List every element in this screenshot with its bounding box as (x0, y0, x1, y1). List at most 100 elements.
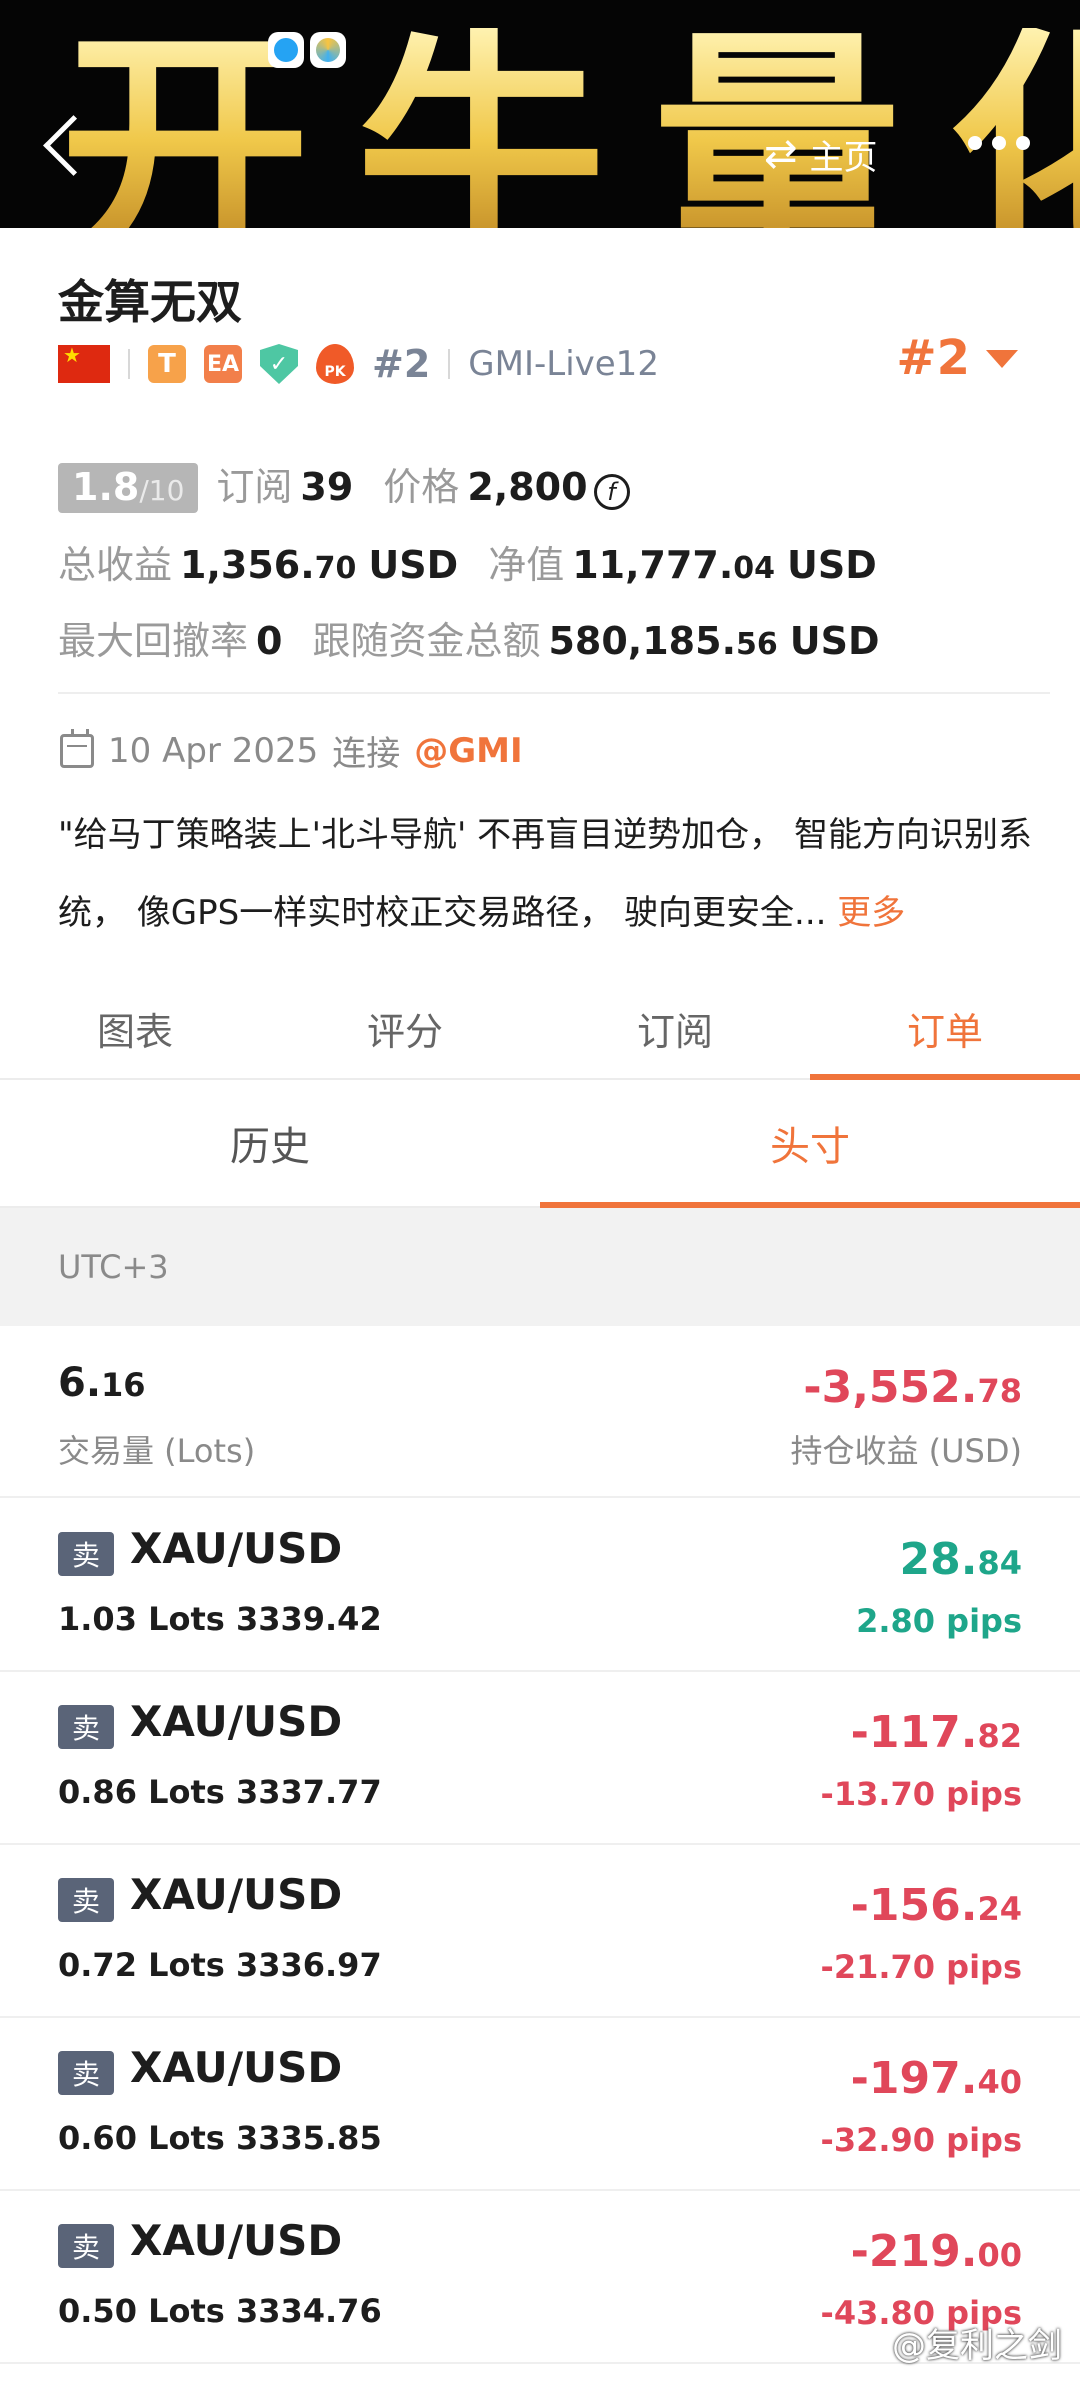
home-button[interactable]: ⇄ 主页 (764, 126, 878, 182)
total-profit-label: 总收益 (58, 543, 173, 587)
order-pnl-dec: 00 (977, 2236, 1022, 2274)
order-row[interactable]: 卖 XAU/USD 0.60 Lots 3335.85 -197.40 -32.… (0, 2017, 1080, 2191)
app-badge-icon (268, 32, 304, 68)
pnl-int: -3,552. (803, 1362, 978, 1413)
follow-funds-int: 580,185. (548, 619, 736, 663)
caret-down-icon[interactable] (986, 350, 1018, 368)
order-lots-price: 0.60 Lots 3335.85 (58, 2119, 382, 2157)
order-symbol: XAU/USD (130, 1870, 343, 1919)
tag-t-icon: T (148, 345, 186, 383)
subtab-positions[interactable]: 头寸 (540, 1080, 1080, 1208)
order-pnl-dec: 40 (977, 2063, 1022, 2101)
order-row[interactable]: 卖 XAU/USD 0.86 Lots 3337.77 -117.82 -13.… (0, 1671, 1080, 1845)
stats-row-1: 1.8 /10 订阅 39 价格 2,800 f (58, 456, 630, 513)
subscribe-count: 39 (300, 465, 354, 509)
order-pnl-int: -117. (850, 1707, 978, 1758)
order-pips: -13.70 pips (820, 1775, 1022, 1813)
price-value: 2,800 (467, 465, 588, 509)
tab-orders[interactable]: 订单 (810, 978, 1080, 1080)
order-pnl: -156.24 (851, 1880, 1022, 1931)
tab-subscribe[interactable]: 订阅 (540, 978, 810, 1078)
order-pnl: -197.40 (851, 2053, 1022, 2104)
order-subtabs: 历史 头寸 (0, 1080, 1080, 1208)
order-pnl: 28.84 (900, 1534, 1022, 1585)
connect-info: 10 Apr 2025 连接 @GMI (60, 726, 523, 775)
order-symbol: XAU/USD (130, 1697, 343, 1746)
order-pnl-int: -156. (850, 1880, 978, 1931)
tag-ea-icon: EA (204, 345, 242, 383)
connect-label: 连接 (332, 734, 401, 774)
subtab-history[interactable]: 历史 (0, 1080, 540, 1206)
floating-pnl-value: -3,552.78 (803, 1362, 1022, 1413)
order-pnl-dec: 84 (977, 1544, 1022, 1582)
equity-int: 11,777. (572, 543, 734, 587)
total-profit-int: 1,356. (180, 543, 315, 587)
price-label: 价格 (383, 465, 460, 509)
coin-icon: f (593, 474, 630, 510)
rank-small: #2 (372, 342, 431, 386)
floating-pnl-label: 持仓收益 (USD) (790, 1432, 1022, 1470)
score-badge: 1.8 /10 (58, 463, 199, 513)
strategy-title: 金算无双 (58, 275, 242, 329)
timezone-bar: UTC+3 (0, 1208, 1080, 1326)
pk-flame-icon: PK (316, 344, 354, 384)
sell-badge: 卖 (58, 1532, 114, 1576)
volume-value: 6.16 (58, 1360, 146, 1406)
order-pips: -21.70 pips (820, 1948, 1022, 1986)
order-symbol: XAU/USD (130, 2216, 343, 2265)
timezone-label: UTC+3 (58, 1248, 169, 1286)
broker-handle-link[interactable]: @GMI (414, 731, 522, 771)
order-row[interactable]: 卖 XAU/USD 0.72 Lots 3336.97 -156.24 -21.… (0, 1844, 1080, 2018)
home-label: 主页 (809, 137, 878, 178)
calendar-icon (60, 728, 94, 768)
swap-icon: ⇄ (764, 131, 798, 177)
sell-badge: 卖 (58, 1705, 114, 1749)
drawdown-label: 最大回撤率 (58, 619, 249, 663)
volume-dec: 16 (101, 1366, 146, 1404)
order-lots-price: 0.72 Lots 3336.97 (58, 1946, 382, 1984)
connect-date: 10 Apr 2025 (108, 730, 319, 771)
order-pnl: -117.82 (851, 1707, 1022, 1758)
divider (448, 349, 451, 379)
order-pnl-dec: 24 (977, 1890, 1022, 1928)
stats-row-3: 最大回撤率 0 跟随资金总额 580,185. 56 USD (58, 610, 880, 665)
subscribe-label: 订阅 (216, 465, 293, 509)
sell-badge: 卖 (58, 2224, 114, 2268)
tags-row: T EA ✓ PK #2 GMI-Live12 (58, 338, 659, 390)
verified-shield-icon: ✓ (260, 344, 298, 384)
equity-dec: 04 (733, 551, 776, 586)
follow-funds-dec: 56 (736, 627, 778, 662)
order-symbol: XAU/USD (130, 2043, 343, 2092)
strategy-description: "给马丁策略装上'北斗导航' 不再盲目逆势加仓， 智能方向识别系统， 像GPS一… (58, 796, 1038, 952)
main-tabs: 图表 评分 订阅 订单 (0, 978, 1080, 1080)
positions-summary: 6.16 交易量 (Lots) -3,552.78 持仓收益 (USD) (0, 1326, 1080, 1498)
order-pnl-int: -219. (850, 2226, 978, 2277)
tab-rating[interactable]: 评分 (270, 978, 540, 1078)
banner-logo-text: 开牛量化 (60, 28, 1080, 229)
rank-dropdown[interactable]: #2 (896, 330, 970, 386)
volume-int: 6. (58, 1360, 102, 1406)
pnl-dec: 78 (977, 1372, 1022, 1410)
more-options-icon[interactable] (968, 136, 1030, 150)
account-name: GMI-Live12 (468, 344, 659, 384)
header-banner: 开牛量化 ⇄ 主页 (0, 0, 1080, 228)
china-flag-icon (58, 343, 110, 383)
equity-unit: USD (787, 543, 877, 587)
follow-funds-label: 跟随资金总额 (312, 619, 541, 663)
order-symbol: XAU/USD (130, 1524, 343, 1573)
order-pips: 2.80 pips (856, 1602, 1022, 1640)
tab-chart[interactable]: 图表 (0, 978, 270, 1078)
total-profit-dec: 70 (314, 551, 357, 586)
stats-row-2: 总收益 1,356. 70 USD 净值 11,777. 04 USD (58, 534, 877, 589)
follow-funds-unit: USD (789, 619, 880, 663)
order-pnl-int: 28. (899, 1534, 978, 1585)
sell-badge: 卖 (58, 2051, 114, 2095)
order-row[interactable]: 卖 XAU/USD 1.03 Lots 3339.42 28.84 2.80 p… (0, 1498, 1080, 1672)
more-link[interactable]: 更多 (837, 893, 905, 933)
order-lots-price: 1.03 Lots 3339.42 (58, 1600, 382, 1638)
order-lots-price: 0.50 Lots 3334.76 (58, 2292, 382, 2330)
watermark-text: @复利之剑 (892, 2326, 1062, 2366)
score-denominator: /10 (139, 474, 185, 507)
divider (128, 349, 130, 379)
order-pips: -32.90 pips (820, 2121, 1022, 2159)
